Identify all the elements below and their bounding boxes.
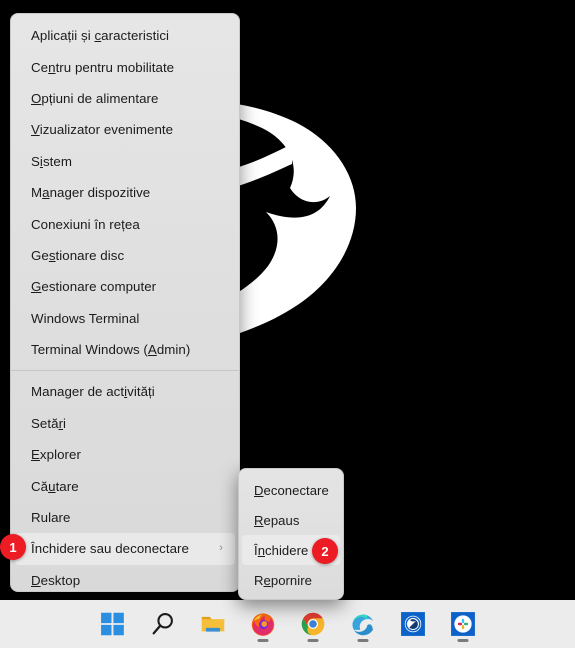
menu-item-gestionare-computer[interactable]: Gestionare computer — [11, 271, 239, 302]
submenu-item-repornire[interactable]: Repornire — [239, 565, 343, 595]
menu-item-label: Închidere sau deconectare — [31, 541, 189, 557]
taskbar-running-indicator — [307, 639, 318, 642]
menu-item-label: Căutare — [31, 478, 79, 494]
menu-item-label: Centru pentru mobilitate — [31, 59, 175, 75]
callout-badge-2: 2 — [312, 538, 338, 564]
menu-item-centru-pentru-mobilitate[interactable]: Centru pentru mobilitate — [11, 51, 239, 82]
menu-item-desktop[interactable]: Desktop — [11, 565, 239, 591]
submenu-item-repaus[interactable]: Repaus — [239, 505, 343, 535]
firefox-icon — [250, 611, 276, 637]
menu-item-label: Explorer — [31, 447, 81, 463]
taskbar-firefox[interactable] — [246, 604, 280, 644]
blue-s-app-icon — [400, 611, 426, 637]
windows-logo-icon — [100, 611, 126, 637]
slack-icon — [450, 611, 476, 637]
chrome-icon — [300, 611, 326, 637]
menu-item-label: Terminal Windows (Admin) — [31, 342, 191, 358]
menu-item-manager-dispozitive[interactable]: Manager dispozitive — [11, 177, 239, 208]
taskbar-slack[interactable] — [446, 604, 480, 644]
menu-item-label: Opțiuni de alimentare — [31, 90, 159, 106]
menu-item-setari[interactable]: Setări — [11, 408, 239, 439]
folder-icon — [200, 611, 226, 637]
menu-item-terminal-windows-admin[interactable]: Terminal Windows (Admin) — [11, 334, 239, 365]
menu-item-label: Gestionare computer — [31, 279, 157, 295]
taskbar[interactable] — [0, 600, 575, 648]
menu-item-optiuni-de-alimentare[interactable]: Opțiuni de alimentare — [11, 83, 239, 114]
taskbar-blue-s-app[interactable] — [396, 604, 430, 644]
menu-item-cautare[interactable]: Căutare — [11, 470, 239, 501]
menu-item-label: Aplicații și caracteristici — [31, 28, 170, 44]
taskbar-search-button[interactable] — [146, 604, 180, 644]
menu-item-label: Sistem — [31, 153, 72, 169]
menu-item-rulare[interactable]: Rulare — [11, 502, 239, 533]
menu-item-label: Manager de activități — [31, 384, 155, 400]
taskbar-running-indicator — [257, 639, 268, 642]
edge-icon — [350, 611, 376, 637]
menu-item-conexiuni-in-retea[interactable]: Conexiuni în rețea — [11, 208, 239, 239]
desktop[interactable]: Aplicații și caracteristici Centru pentru… — [0, 0, 575, 648]
menu-item-label: Windows Terminal — [31, 310, 140, 326]
menu-item-inchidere-sau-deconectare[interactable]: Închidere sau deconectare › — [15, 533, 235, 565]
menu-separator — [11, 370, 239, 372]
submenu-item-label: Deconectare — [254, 482, 329, 498]
taskbar-start-button[interactable] — [96, 604, 130, 644]
taskbar-file-explorer[interactable] — [196, 604, 230, 644]
menu-item-aplicatii-si-caracteristici[interactable]: Aplicații și caracteristici — [11, 20, 239, 51]
taskbar-running-indicator — [457, 639, 468, 642]
submenu-item-deconectare[interactable]: Deconectare — [239, 475, 343, 505]
menu-item-label: Conexiuni în rețea — [31, 216, 140, 232]
menu-item-windows-terminal[interactable]: Windows Terminal — [11, 303, 239, 334]
menu-item-sistem[interactable]: Sistem — [11, 146, 239, 177]
menu-item-gestionare-disc[interactable]: Gestionare disc — [11, 240, 239, 271]
menu-item-label: Manager dispozitive — [31, 185, 151, 201]
shutdown-submenu[interactable]: Deconectare Repaus Închidere Repornire — [238, 468, 344, 600]
taskbar-running-indicator — [357, 639, 368, 642]
submenu-item-label: Repornire — [254, 572, 312, 588]
menu-item-manager-de-activitati[interactable]: Manager de activități — [11, 376, 239, 407]
menu-item-label: Desktop — [31, 572, 81, 588]
search-icon — [150, 611, 176, 637]
menu-item-label: Rulare — [31, 510, 71, 526]
submenu-item-label: Repaus — [254, 512, 300, 528]
menu-item-label: Gestionare disc — [31, 247, 125, 263]
taskbar-microsoft-edge[interactable] — [346, 604, 380, 644]
menu-item-vizualizator-evenimente[interactable]: Vizualizator evenimente — [11, 114, 239, 145]
menu-item-label: Vizualizator evenimente — [31, 122, 174, 138]
taskbar-google-chrome[interactable] — [296, 604, 330, 644]
callout-badge-1: 1 — [0, 534, 26, 560]
menu-item-label: Setări — [31, 415, 67, 431]
menu-item-explorer[interactable]: Explorer — [11, 439, 239, 470]
chevron-right-icon: › — [219, 542, 223, 555]
winx-context-menu[interactable]: Aplicații și caracteristici Centru pentru… — [10, 13, 240, 592]
